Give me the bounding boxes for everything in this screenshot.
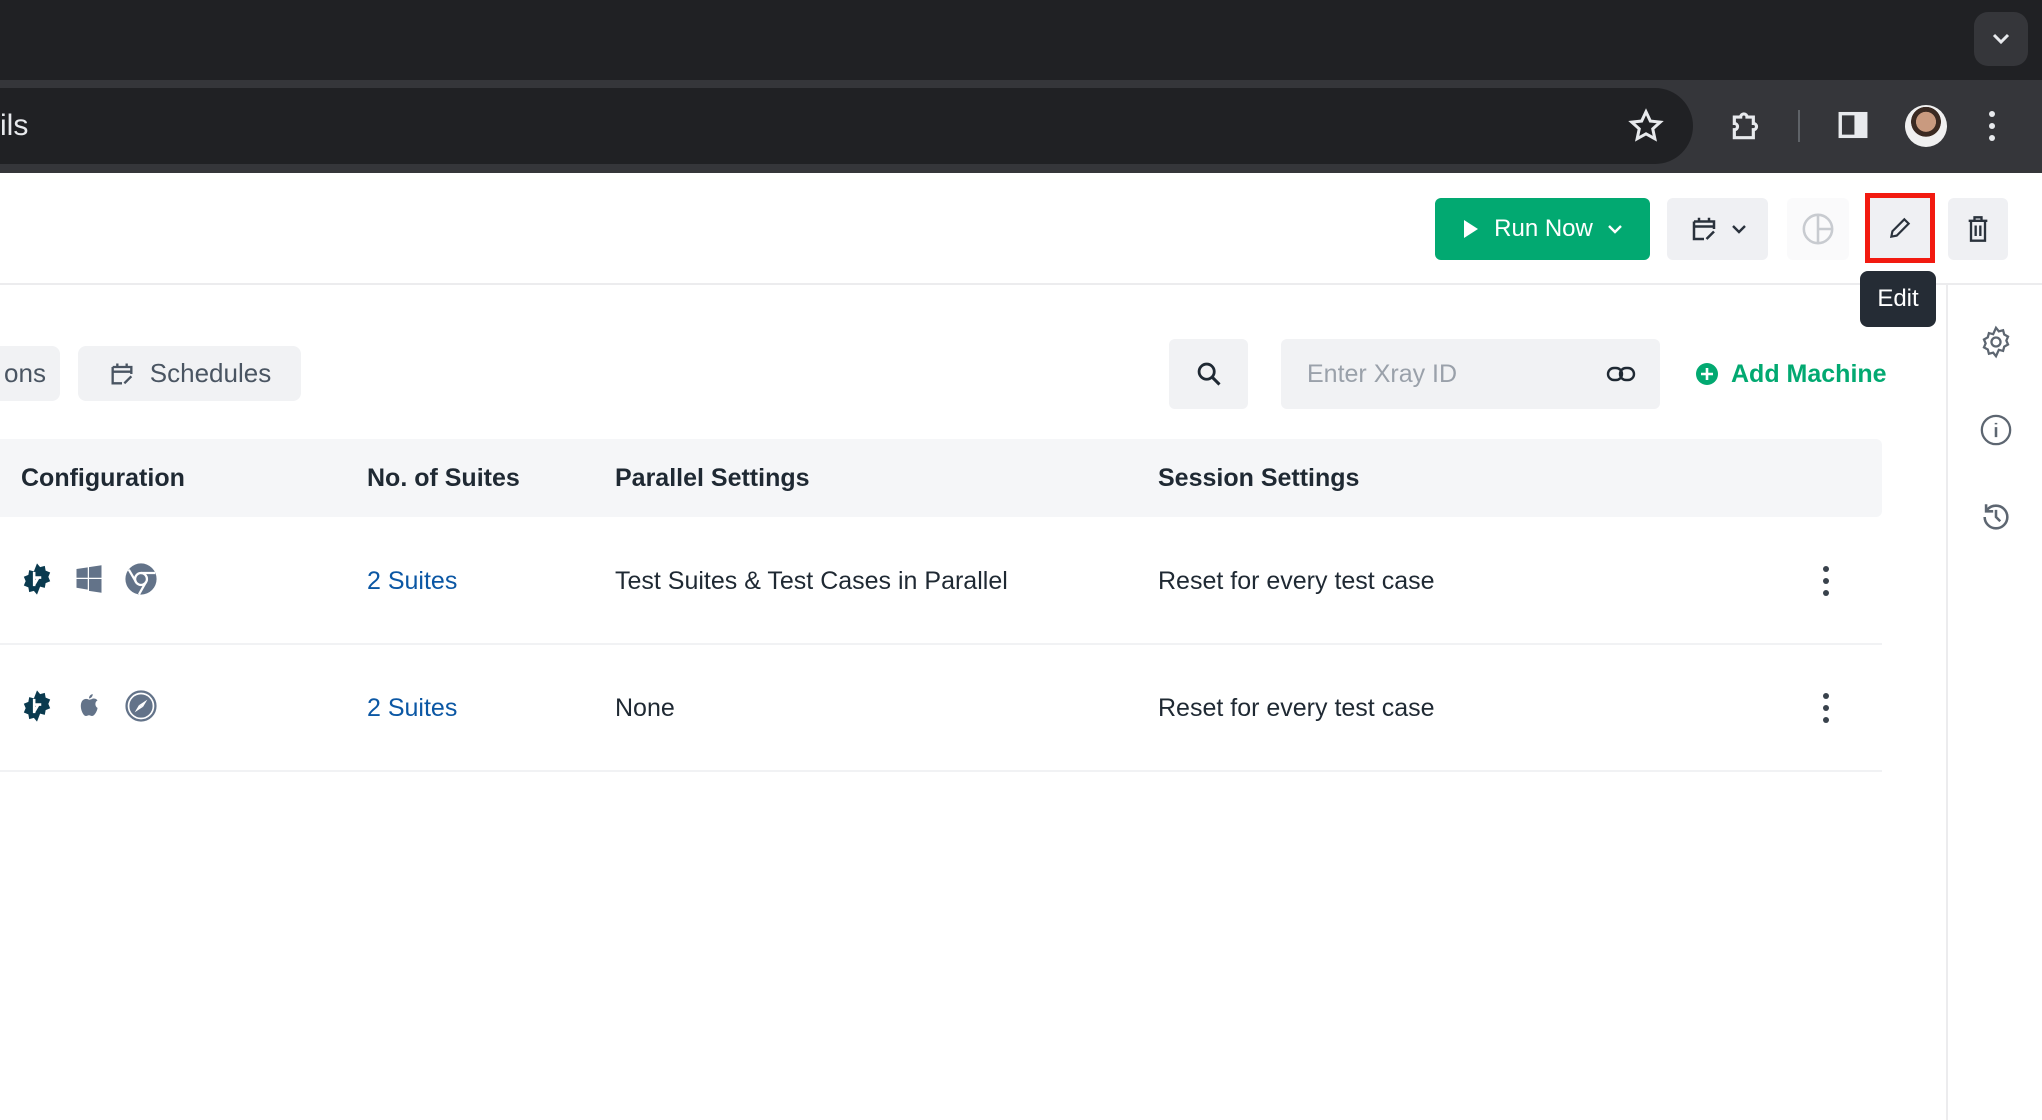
windows-icon (76, 565, 102, 593)
delete-button[interactable] (1948, 198, 2008, 260)
chrome-icon (125, 563, 157, 595)
extensions-icon[interactable] (1728, 106, 1766, 144)
parallel-settings: Test Suites & Test Cases in Parallel (615, 567, 1008, 595)
tab-search-button[interactable] (1974, 12, 2028, 66)
tab-label: ons (4, 358, 46, 388)
chevron-down-icon (1731, 225, 1746, 234)
profile-avatar[interactable] (1905, 105, 1947, 147)
pencil-icon (1889, 217, 1911, 239)
column-header-configuration: Configuration (21, 464, 185, 492)
testsigma-gear-icon (23, 690, 51, 722)
browser-tab-strip (0, 0, 2042, 80)
edit-button[interactable] (1865, 193, 1935, 263)
configuration-icons (20, 689, 158, 723)
table-row: 2 Suites None Reset for every test case (0, 645, 1882, 772)
search-icon (1197, 362, 1221, 386)
configuration-icons (20, 562, 158, 596)
table-row: 2 Suites Test Suites & Test Cases in Par… (0, 518, 1882, 645)
tab-ons[interactable]: ons (0, 346, 60, 401)
address-bar[interactable]: ils (0, 88, 1693, 164)
settings-icon[interactable] (1979, 325, 2013, 359)
history-icon[interactable] (1979, 500, 2013, 534)
edit-tooltip: Edit (1860, 271, 1936, 327)
add-machine-label: Add Machine (1731, 359, 1887, 388)
safari-icon (125, 690, 157, 722)
column-header-suites: No. of Suites (367, 464, 520, 492)
bookmark-star-icon[interactable] (1628, 108, 1664, 144)
testsigma-gear-icon (23, 563, 51, 595)
column-header-parallel: Parallel Settings (615, 464, 810, 492)
session-settings: Reset for every test case (1158, 694, 1435, 722)
address-text: ils (0, 109, 29, 142)
browser-menu-icon[interactable] (1986, 108, 1998, 144)
apple-icon (80, 694, 98, 716)
plus-circle-icon (1696, 363, 1718, 385)
trash-icon (1968, 216, 1988, 242)
search-button[interactable] (1169, 339, 1248, 409)
play-icon (1464, 220, 1479, 238)
suites-link[interactable]: 2 Suites (367, 645, 457, 772)
xray-id-input[interactable] (1307, 359, 1577, 389)
pie-chart-icon (1802, 213, 1834, 245)
calendar-edit-icon (1692, 217, 1715, 241)
table-header: Configuration No. of Suites Parallel Set… (0, 439, 1882, 517)
row-menu-button[interactable] (1812, 558, 1840, 604)
row-menu-button[interactable] (1812, 685, 1840, 731)
add-machine-button[interactable]: Add Machine (1695, 350, 1887, 398)
toolbar-divider (1798, 110, 1800, 142)
parallel-settings: None (615, 694, 675, 722)
tab-label: Schedules (149, 358, 272, 388)
xray-id-field[interactable] (1281, 339, 1660, 409)
link-icon[interactable] (1606, 364, 1636, 384)
chevron-down-icon (1992, 33, 2010, 45)
suites-link[interactable]: 2 Suites (367, 518, 457, 645)
schedule-dropdown-button[interactable] (1667, 198, 1768, 260)
column-header-session: Session Settings (1158, 464, 1360, 492)
chevron-down-icon (1608, 225, 1622, 234)
right-sidebar (1946, 285, 2042, 1120)
session-settings: Reset for every test case (1158, 567, 1435, 595)
calendar-edit-icon (111, 363, 133, 384)
side-panel-icon[interactable] (1836, 108, 1870, 142)
run-now-label: Run Now (1494, 215, 1593, 242)
run-now-button[interactable]: Run Now (1435, 198, 1650, 260)
report-chart-button[interactable] (1787, 198, 1849, 260)
info-icon[interactable] (1979, 413, 2013, 447)
tab-schedules[interactable]: Schedules (78, 346, 301, 401)
